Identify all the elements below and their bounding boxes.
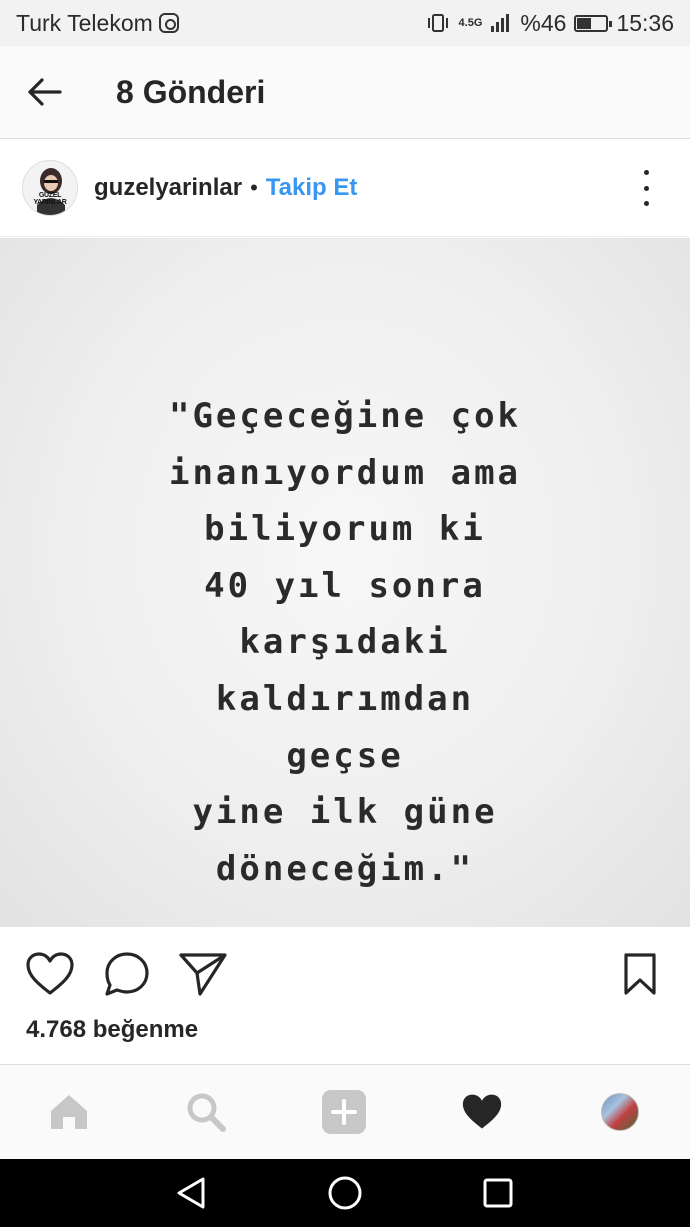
more-vertical-icon	[643, 201, 649, 206]
battery-percent: %46	[520, 9, 567, 36]
vibrate-icon	[427, 14, 448, 32]
quote-line: "Geçeceğine çok	[168, 396, 522, 436]
quote-line: döneceğim."	[215, 848, 475, 889]
network-type: 4.5G	[458, 16, 483, 29]
post-header: GUZEL YARINLAR guzelyarinlar • Takip Et	[0, 140, 690, 237]
avatar-portrait	[23, 161, 77, 215]
quote-line: inanıyordum ama	[168, 452, 522, 493]
quote-line: karşıdaki	[239, 622, 451, 663]
avatar-logo-text: GUZEL YARINLAR	[33, 192, 67, 206]
quote-line: kaldırımdan	[215, 678, 475, 719]
save-button[interactable]	[614, 948, 666, 1000]
more-vertical-icon	[643, 170, 649, 175]
quote-line: biliyorum ki	[204, 509, 486, 550]
status-left: Turk Telekom	[16, 10, 179, 37]
heart-outline-icon	[26, 952, 74, 995]
nav-add[interactable]	[321, 1089, 367, 1135]
more-options-button[interactable]	[632, 170, 660, 206]
paper-plane-icon	[179, 953, 227, 996]
likes-count[interactable]: 4.768 beğenme	[26, 1016, 198, 1044]
more-vertical-icon	[643, 185, 649, 191]
quote-text: "Geçeceğine çok inanıyordum ama biliyoru…	[0, 388, 690, 897]
heart-filled-icon	[462, 1094, 502, 1129]
battery-icon	[574, 14, 613, 32]
nav-activity[interactable]	[459, 1089, 505, 1135]
quote-line: yine ilk güne	[192, 792, 498, 833]
instagram-notification-icon	[158, 13, 179, 33]
signal-icon	[491, 14, 510, 32]
clock: 15:36	[616, 9, 674, 36]
share-button[interactable]	[177, 948, 229, 1000]
quote-line: 40 yıl sonra	[204, 565, 486, 606]
system-back-button[interactable]	[171, 1173, 211, 1213]
system-navigation-bar	[0, 1159, 690, 1227]
carrier-label: Turk Telekom	[16, 9, 153, 36]
page-title: 8 Gönderi	[116, 73, 266, 110]
system-recents-button[interactable]	[478, 1173, 518, 1213]
avatar[interactable]: GUZEL YARINLAR	[22, 160, 78, 216]
quote-line: geçse	[286, 735, 404, 776]
system-home-button[interactable]	[325, 1173, 365, 1213]
username-link[interactable]: guzelyarinlar	[94, 174, 242, 202]
bookmark-icon	[624, 953, 656, 995]
triangle-back-icon	[177, 1177, 205, 1209]
search-icon	[187, 1093, 226, 1132]
nav-search[interactable]	[183, 1089, 229, 1135]
nav-profile[interactable]	[597, 1089, 643, 1135]
follow-button[interactable]: Takip Et	[266, 174, 358, 202]
comment-button[interactable]	[101, 948, 153, 1000]
arrow-left-icon	[28, 78, 62, 106]
nav-home[interactable]	[46, 1089, 92, 1135]
circle-home-icon	[328, 1176, 362, 1210]
like-button[interactable]	[24, 948, 76, 1000]
home-icon	[51, 1095, 87, 1129]
post-image[interactable]: "Geçeceğine çok inanıyordum ama biliyoru…	[0, 238, 690, 927]
status-right: 4.5G %46 15:36	[425, 10, 674, 37]
profile-avatar	[601, 1093, 639, 1131]
dot-separator: •	[250, 175, 258, 200]
top-header: 8 Gönderi	[0, 46, 690, 139]
plus-square-icon	[322, 1090, 366, 1134]
bottom-nav	[0, 1064, 690, 1159]
battery-fill	[577, 17, 592, 29]
status-bar: Turk Telekom 4.5G %46 15:36	[0, 0, 690, 46]
post-actions	[0, 928, 690, 1018]
square-recents-icon	[483, 1178, 513, 1208]
back-button[interactable]	[22, 69, 68, 115]
comment-bubble-icon	[105, 952, 149, 996]
